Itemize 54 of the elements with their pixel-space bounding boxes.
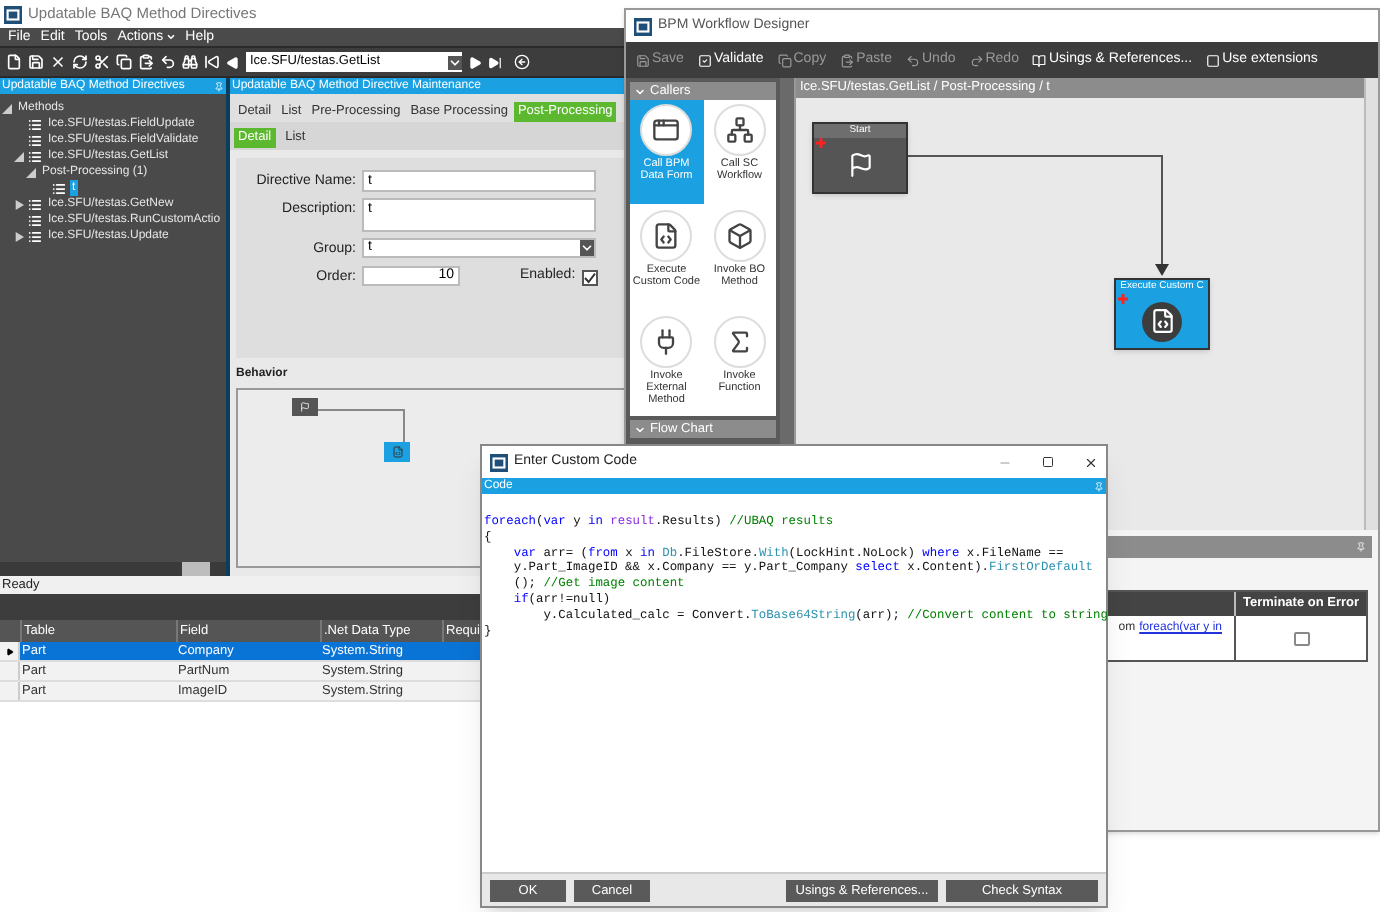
checkbox[interactable] xyxy=(1293,631,1309,645)
app-logo-icon xyxy=(490,453,508,471)
document-icon xyxy=(652,222,681,250)
expanded-arrow-icon[interactable] xyxy=(26,167,36,177)
document-icon xyxy=(1149,308,1175,334)
caret-icon xyxy=(165,32,176,42)
first-record-icon[interactable] xyxy=(204,54,220,70)
close-icon[interactable] xyxy=(1084,455,1098,469)
collapsed-arrow-icon[interactable] xyxy=(14,231,24,241)
refresh-icon[interactable] xyxy=(72,54,88,70)
chevron-down-icon xyxy=(634,423,646,435)
dropdown-icon xyxy=(448,55,462,69)
collapsed-arrow-icon[interactable] xyxy=(14,199,24,209)
copy-icon xyxy=(777,53,792,67)
nodes-icon xyxy=(725,116,754,144)
window-icon xyxy=(652,116,681,144)
delete-icon[interactable] xyxy=(50,54,66,70)
back-icon[interactable] xyxy=(514,54,530,70)
copy-icon[interactable] xyxy=(116,54,132,70)
current-row-icon xyxy=(5,647,13,655)
app-logo-icon xyxy=(634,17,652,35)
previous-record-icon[interactable] xyxy=(226,55,240,69)
cut-icon[interactable] xyxy=(94,54,110,70)
undo-icon[interactable] xyxy=(160,54,176,70)
save-icon[interactable] xyxy=(28,54,44,70)
redo-icon xyxy=(969,53,984,67)
chevron-down-icon xyxy=(634,85,646,97)
checkbox[interactable] xyxy=(581,269,598,285)
last-record-icon[interactable] xyxy=(488,55,502,69)
paste-icon xyxy=(840,53,855,67)
cube-icon xyxy=(725,222,754,250)
scrollbar-thumb[interactable] xyxy=(182,562,210,576)
square-icon xyxy=(1206,53,1221,67)
next-record-icon[interactable] xyxy=(468,55,482,69)
expanded-arrow-icon[interactable] xyxy=(2,103,12,113)
document-icon xyxy=(391,446,403,458)
dropdown-icon xyxy=(580,240,594,256)
maximize-icon[interactable] xyxy=(1042,456,1054,468)
save-icon xyxy=(636,53,650,67)
new-file-icon[interactable] xyxy=(6,54,22,70)
scrollbar[interactable] xyxy=(0,562,226,576)
flag-icon xyxy=(300,402,310,412)
plus-icon xyxy=(816,138,826,148)
flag-icon xyxy=(847,152,873,178)
undo-icon xyxy=(906,53,920,67)
expanded-arrow-icon[interactable] xyxy=(14,151,24,161)
scrollbar[interactable] xyxy=(1364,78,1378,530)
connector-line xyxy=(318,408,410,444)
list-icon xyxy=(52,181,66,195)
plus-icon xyxy=(1118,294,1128,304)
binoculars-icon[interactable] xyxy=(182,54,198,70)
book-icon xyxy=(1032,53,1047,67)
checkbox-icon xyxy=(697,53,712,67)
paste-icon[interactable] xyxy=(138,54,154,70)
